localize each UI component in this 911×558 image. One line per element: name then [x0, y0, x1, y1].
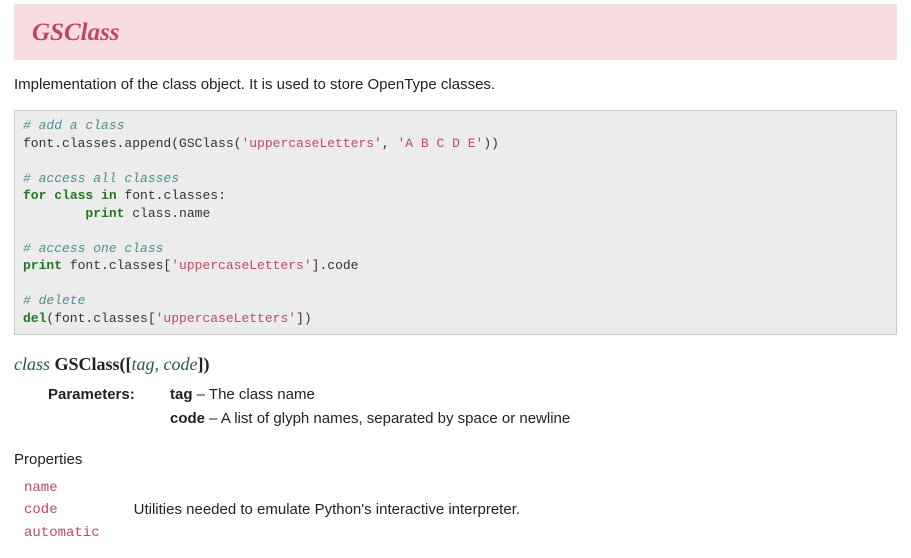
param-desc: A list of glyph names, separated by spac…: [221, 410, 570, 427]
l1b: ,: [382, 136, 398, 151]
l3b: ].code: [312, 258, 359, 273]
sig-p1: tag: [132, 354, 155, 374]
c3: # access one class: [23, 241, 163, 256]
param-desc: The class name: [209, 386, 315, 403]
l1s2: 'A B C D E': [397, 136, 483, 151]
l1a: font.classes.append(GSClass(: [23, 136, 241, 151]
parameters-block: Parameters: tag – The class name code – …: [48, 384, 897, 433]
property-names: name code automatic: [24, 477, 100, 544]
param-row: code – A list of glyph names, separated …: [170, 408, 570, 431]
intro-text: Implementation of the class object. It i…: [14, 74, 897, 97]
property-name: name: [24, 477, 100, 499]
l3a: font.classes[: [62, 258, 171, 273]
param-sep: –: [193, 386, 209, 403]
l4s: 'uppercaseLetters': [156, 311, 296, 326]
k-for: for: [23, 188, 46, 203]
properties-heading: Properties: [14, 449, 897, 472]
property-name: automatic: [24, 522, 100, 544]
param-name: code: [170, 410, 205, 427]
c2: # access all classes: [23, 171, 179, 186]
l2b: class.name: [124, 206, 210, 221]
k-del: del: [23, 311, 46, 326]
param-name: tag: [170, 386, 193, 403]
sig-open: ([: [120, 354, 132, 374]
l3s: 'uppercaseLetters': [171, 258, 311, 273]
l2a: font.classes:: [117, 188, 226, 203]
sig-class-keyword: class: [14, 354, 55, 374]
k-print1: print: [85, 206, 124, 221]
sig-class-name: GSClass: [55, 354, 120, 374]
k-class: class: [54, 188, 93, 203]
l4a: (font.classes[: [46, 311, 155, 326]
param-row: tag – The class name: [170, 384, 570, 407]
l4b: ]): [296, 311, 312, 326]
k-print2: print: [23, 258, 62, 273]
l1s1: 'uppercaseLetters': [241, 136, 381, 151]
param-sep: –: [205, 410, 221, 427]
properties-block: name code automatic Utilities needed to …: [24, 477, 897, 544]
c1: # add a class: [23, 118, 124, 133]
sig-p2: code: [164, 354, 198, 374]
property-name: code: [24, 499, 100, 521]
sig-close: ]): [198, 354, 210, 374]
parameters-label: Parameters:: [48, 384, 148, 433]
c4: # delete: [23, 293, 85, 308]
sig-comma: ,: [155, 354, 164, 374]
class-signature: class GSClass([tag, code]): [14, 351, 897, 378]
code-example: # add a class font.classes.append(GSClas…: [14, 110, 897, 335]
section-title: GSClass: [32, 19, 120, 46]
section-title-bar: GSClass: [14, 4, 897, 60]
property-description: Utilities needed to emulate Python's int…: [134, 499, 520, 522]
k-in: in: [101, 188, 117, 203]
l1c: )): [483, 136, 499, 151]
